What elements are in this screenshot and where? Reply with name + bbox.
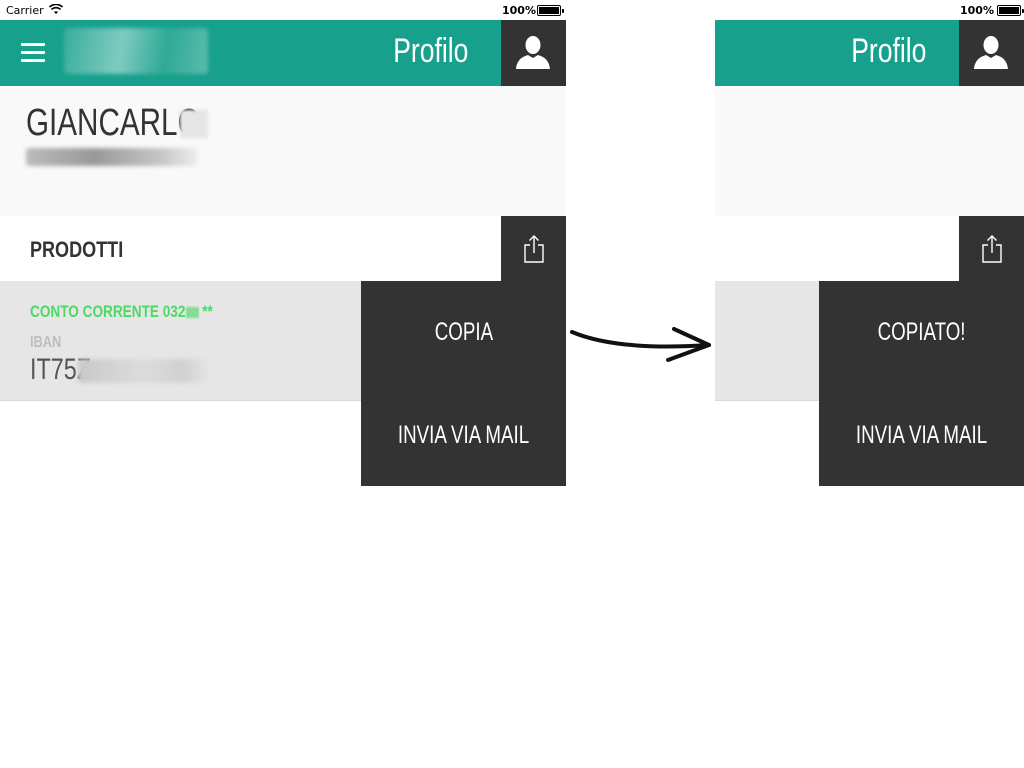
send-mail-button[interactable]: INVIA VIA MAIL	[361, 384, 566, 486]
profile-button[interactable]	[959, 20, 1024, 86]
product-name-prefix: CONTO CORRENTE 032	[30, 302, 186, 321]
product-name-suffix: **	[202, 302, 213, 321]
battery-icon	[997, 5, 1024, 16]
battery-percentage: 100%	[502, 4, 536, 17]
battery-percentage: 100%	[960, 4, 994, 17]
products-section-header: PRODOTTI	[0, 216, 566, 281]
products-title: PRODOTTI	[30, 237, 124, 262]
copied-button[interactable]: COPIATO!	[819, 281, 1024, 383]
action-menu: COPIATO! INVIA VIA MAIL	[819, 281, 1024, 486]
copy-label: COPIA	[434, 318, 493, 346]
user-silhouette-icon	[974, 36, 1008, 69]
logo-redacted	[64, 28, 208, 74]
wifi-icon	[49, 4, 63, 14]
profile-name: GIANCARLO	[26, 102, 201, 144]
products-section-header	[715, 216, 1024, 281]
product-name: CONTO CORRENTE 032 **	[30, 302, 213, 322]
profile-subtitle-redacted	[26, 148, 198, 166]
iban-redacted	[78, 359, 210, 383]
status-bar: Carrier 100%	[0, 0, 566, 20]
iban-label: IBAN	[30, 334, 62, 351]
page-title: Profilo	[850, 32, 926, 70]
copy-button[interactable]: COPIA	[361, 281, 566, 383]
hamburger-menu-icon[interactable]	[21, 43, 45, 63]
page-title: Profilo	[392, 32, 468, 70]
copied-label: COPIATO!	[877, 318, 966, 346]
profile-header: GIANCARLO	[0, 86, 566, 216]
profile-button[interactable]	[501, 20, 566, 86]
carrier-label: Carrier	[6, 4, 44, 17]
send-mail-label: INVIA VIA MAIL	[855, 421, 988, 449]
user-silhouette-icon	[516, 36, 550, 69]
navbar: Profilo	[715, 20, 1024, 86]
share-icon	[524, 235, 544, 263]
screen-after: 100% Profilo COPIATO! INVIA VIA MAIL	[715, 0, 1024, 768]
send-mail-label: INVIA VIA MAIL	[397, 421, 530, 449]
share-button[interactable]	[959, 216, 1024, 281]
share-button[interactable]	[501, 216, 566, 281]
send-mail-button[interactable]: INVIA VIA MAIL	[819, 384, 1024, 486]
status-bar: 100%	[715, 0, 1024, 20]
screen-before: Carrier 100% Profilo GIANCARLO PRODOTTI	[0, 0, 566, 768]
share-icon	[982, 235, 1002, 263]
transition-arrow-icon	[570, 327, 711, 362]
account-number-redacted	[186, 307, 200, 319]
action-menu: COPIA INVIA VIA MAIL	[361, 281, 566, 486]
battery-icon	[537, 5, 564, 16]
surname-redacted	[180, 110, 208, 138]
navbar: Profilo	[0, 20, 566, 86]
profile-header	[715, 86, 1024, 216]
